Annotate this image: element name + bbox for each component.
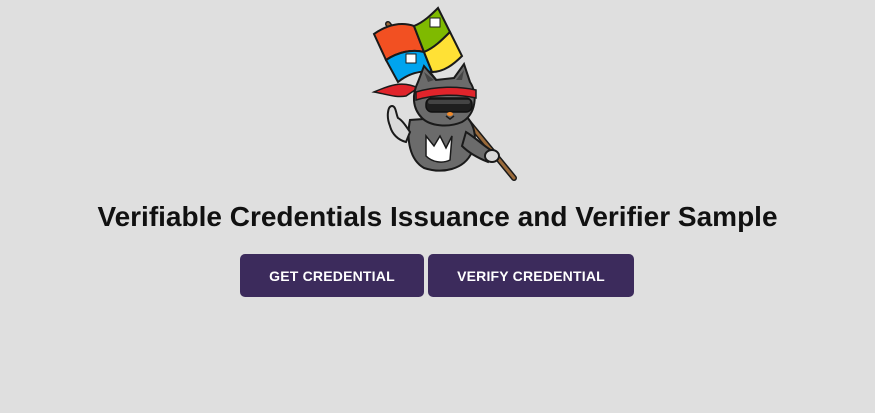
ninja-cat-mascot-icon [371, 6, 517, 181]
page: Verifiable Credentials Issuance and Veri… [0, 0, 875, 413]
page-title: Verifiable Credentials Issuance and Veri… [97, 201, 778, 232]
verify-credential-button[interactable]: VERIFY CREDENTIAL [428, 254, 634, 297]
get-credential-button[interactable]: GET CREDENTIAL [240, 254, 424, 297]
